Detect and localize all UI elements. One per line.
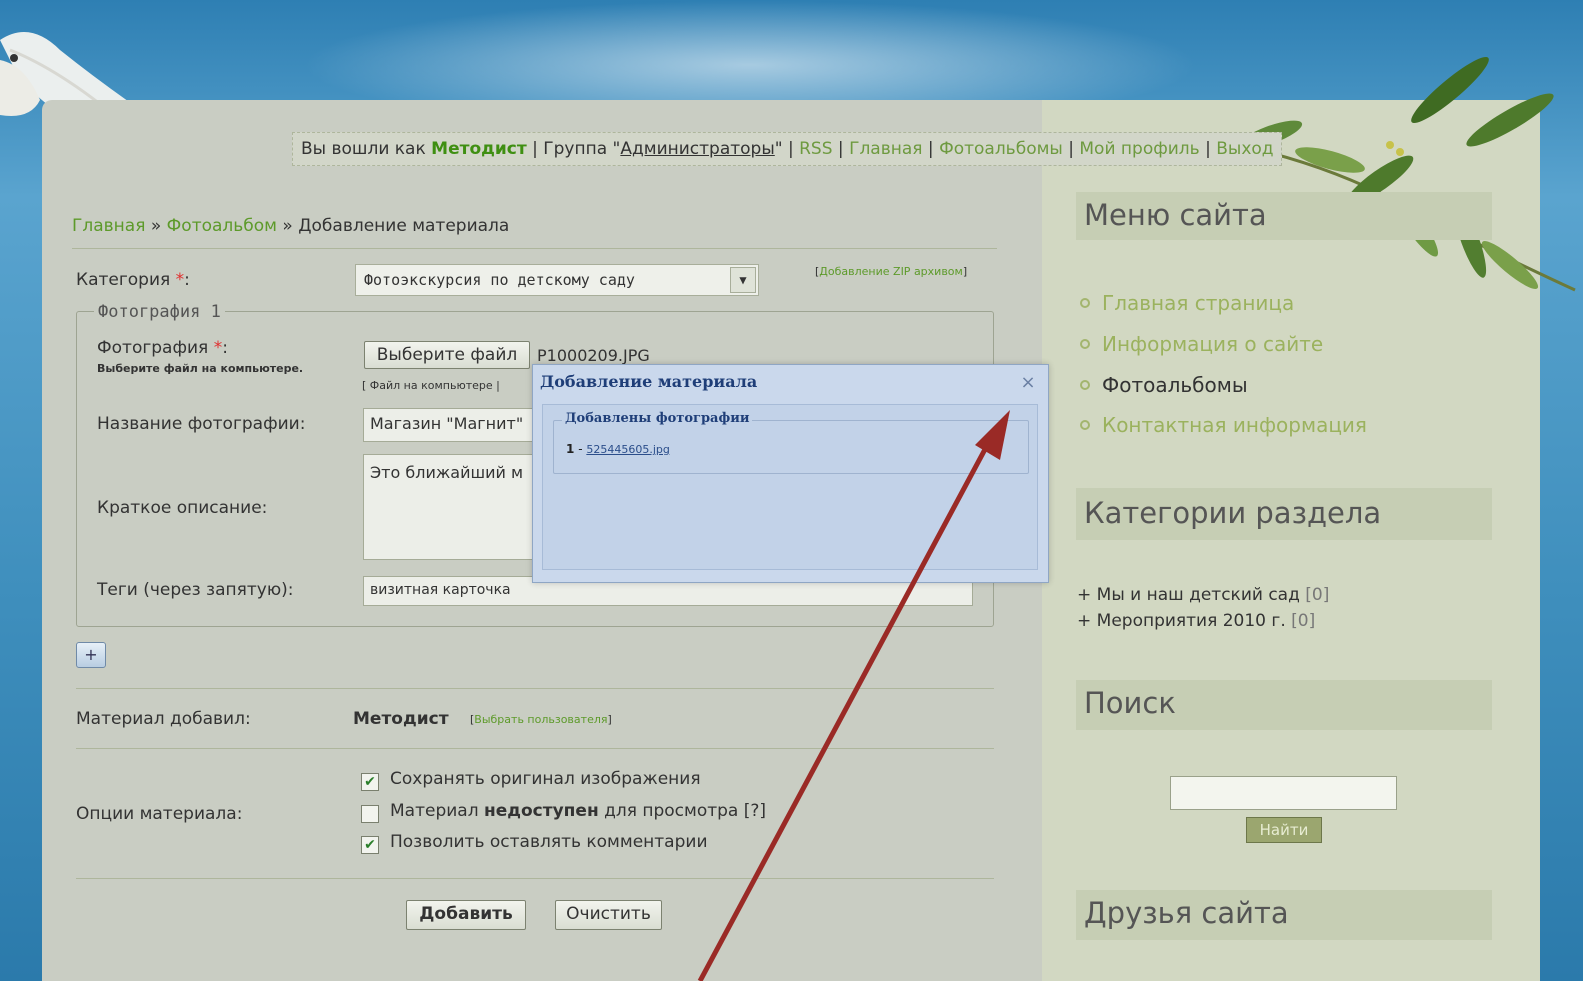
check-icon: ✔ [364, 837, 376, 853]
breadcrumb-home[interactable]: Главная [72, 216, 145, 236]
close-icon[interactable]: × [1018, 373, 1038, 393]
nav-link-rss[interactable]: RSS [799, 139, 832, 159]
logged-as-text: Вы вошли как [301, 139, 426, 159]
option-keep-original-label: Сохранять оригинал изображения [390, 769, 701, 789]
breadcrumb-separator: » [282, 216, 293, 236]
categories-title: Категории раздела [1076, 488, 1492, 540]
check-icon: ✔ [364, 774, 376, 790]
group-link[interactable]: Администраторы [620, 139, 774, 159]
category-label: Категория *: [76, 270, 190, 290]
zip-upload-link[interactable]: [Добавление ZIP архивом] [815, 265, 967, 278]
option-allow-comments-label: Позволить оставлять комментарии [390, 832, 708, 852]
category-select-value: Фотоэкскурсия по детскому саду [364, 271, 635, 289]
breadcrumb-current: Добавление материала [298, 216, 510, 236]
photo-fieldset-legend: Фотография 1 [94, 302, 225, 322]
divider [76, 878, 994, 879]
chevron-down-icon[interactable]: ▼ [730, 267, 756, 293]
option-unavailable-checkbox[interactable] [361, 805, 379, 823]
search-title: Поиск [1076, 680, 1492, 730]
menu-item-about[interactable]: Информация о сайте [1080, 332, 1323, 356]
menu-item-photoalbums[interactable]: Фотоальбомы [1080, 373, 1248, 397]
friends-title: Друзья сайта [1076, 890, 1492, 940]
nav-link-home[interactable]: Главная [849, 139, 922, 159]
circle-bullet-icon [1080, 380, 1090, 390]
nav-link-profile[interactable]: Мой профиль [1079, 139, 1199, 159]
option-keep-original-checkbox[interactable]: ✔ [361, 773, 379, 791]
author-value: Методист [353, 709, 449, 729]
search-button[interactable]: Найти [1246, 817, 1322, 843]
divider [76, 748, 994, 749]
divider [72, 248, 997, 249]
dialog-title: Добавление материала [540, 372, 758, 391]
choose-user-link[interactable]: [Выбрать пользователя] [470, 713, 612, 726]
photo-hint: Выберите файл на компьютере. [97, 362, 304, 375]
option-allow-comments-checkbox[interactable]: ✔ [361, 836, 379, 854]
tags-label: Теги (через запятую): [97, 580, 294, 600]
photo-label: Фотография *: [97, 338, 228, 358]
added-photo-row: 1 - 525445605.jpg [566, 442, 670, 456]
menu-item-home[interactable]: Главная страница [1080, 291, 1294, 315]
breadcrumb: Главная » Фотоальбом » Добавление матери… [72, 216, 509, 236]
divider [76, 688, 994, 689]
choose-file-button[interactable]: Выберите файл [364, 341, 530, 369]
description-label: Краткое описание: [97, 498, 268, 518]
top-navigation: Вы вошли как Методист | Группа "Админист… [292, 132, 1282, 166]
added-photo-link[interactable]: 525445605.jpg [586, 443, 670, 456]
option-unavailable-label: Материал недоступен для просмотра [?] [390, 801, 767, 821]
category-item[interactable]: + Мероприятия 2010 г. [0] [1077, 611, 1315, 631]
breadcrumb-album[interactable]: Фотоальбом [167, 216, 277, 236]
olive-branch-icon [1210, 56, 1576, 292]
circle-bullet-icon [1080, 339, 1090, 349]
group-prefix: | Группа " [532, 139, 621, 159]
group-suffix: " | [774, 139, 794, 159]
search-input[interactable] [1170, 776, 1397, 810]
category-select[interactable]: Фотоэкскурсия по детскому саду ▼ [355, 264, 759, 296]
title-label: Название фотографии: [97, 414, 306, 434]
circle-bullet-icon [1080, 298, 1090, 308]
submit-button[interactable]: Добавить [406, 900, 526, 930]
nav-link-logout[interactable]: Выход [1216, 139, 1273, 159]
options-label: Опции материала: [76, 804, 243, 824]
category-item[interactable]: + Мы и наш детский сад [0] [1077, 585, 1329, 605]
chosen-file-name: P1000209.JPG [537, 346, 650, 365]
added-photos-legend: Добавлены фотографии [562, 411, 753, 426]
reset-button[interactable]: Очистить [555, 900, 662, 930]
author-label: Материал добавил: [76, 709, 251, 729]
add-photo-button[interactable]: + [76, 642, 106, 668]
circle-bullet-icon [1080, 420, 1090, 430]
menu-item-contacts[interactable]: Контактная информация [1080, 413, 1367, 437]
file-source-link[interactable]: [ Файл на компьютере | [362, 379, 500, 392]
current-user-link[interactable]: Методист [431, 139, 527, 159]
menu-title: Меню сайта [1076, 192, 1492, 240]
nav-link-photoalbums[interactable]: Фотоальбомы [939, 139, 1063, 159]
breadcrumb-separator: » [150, 216, 162, 236]
